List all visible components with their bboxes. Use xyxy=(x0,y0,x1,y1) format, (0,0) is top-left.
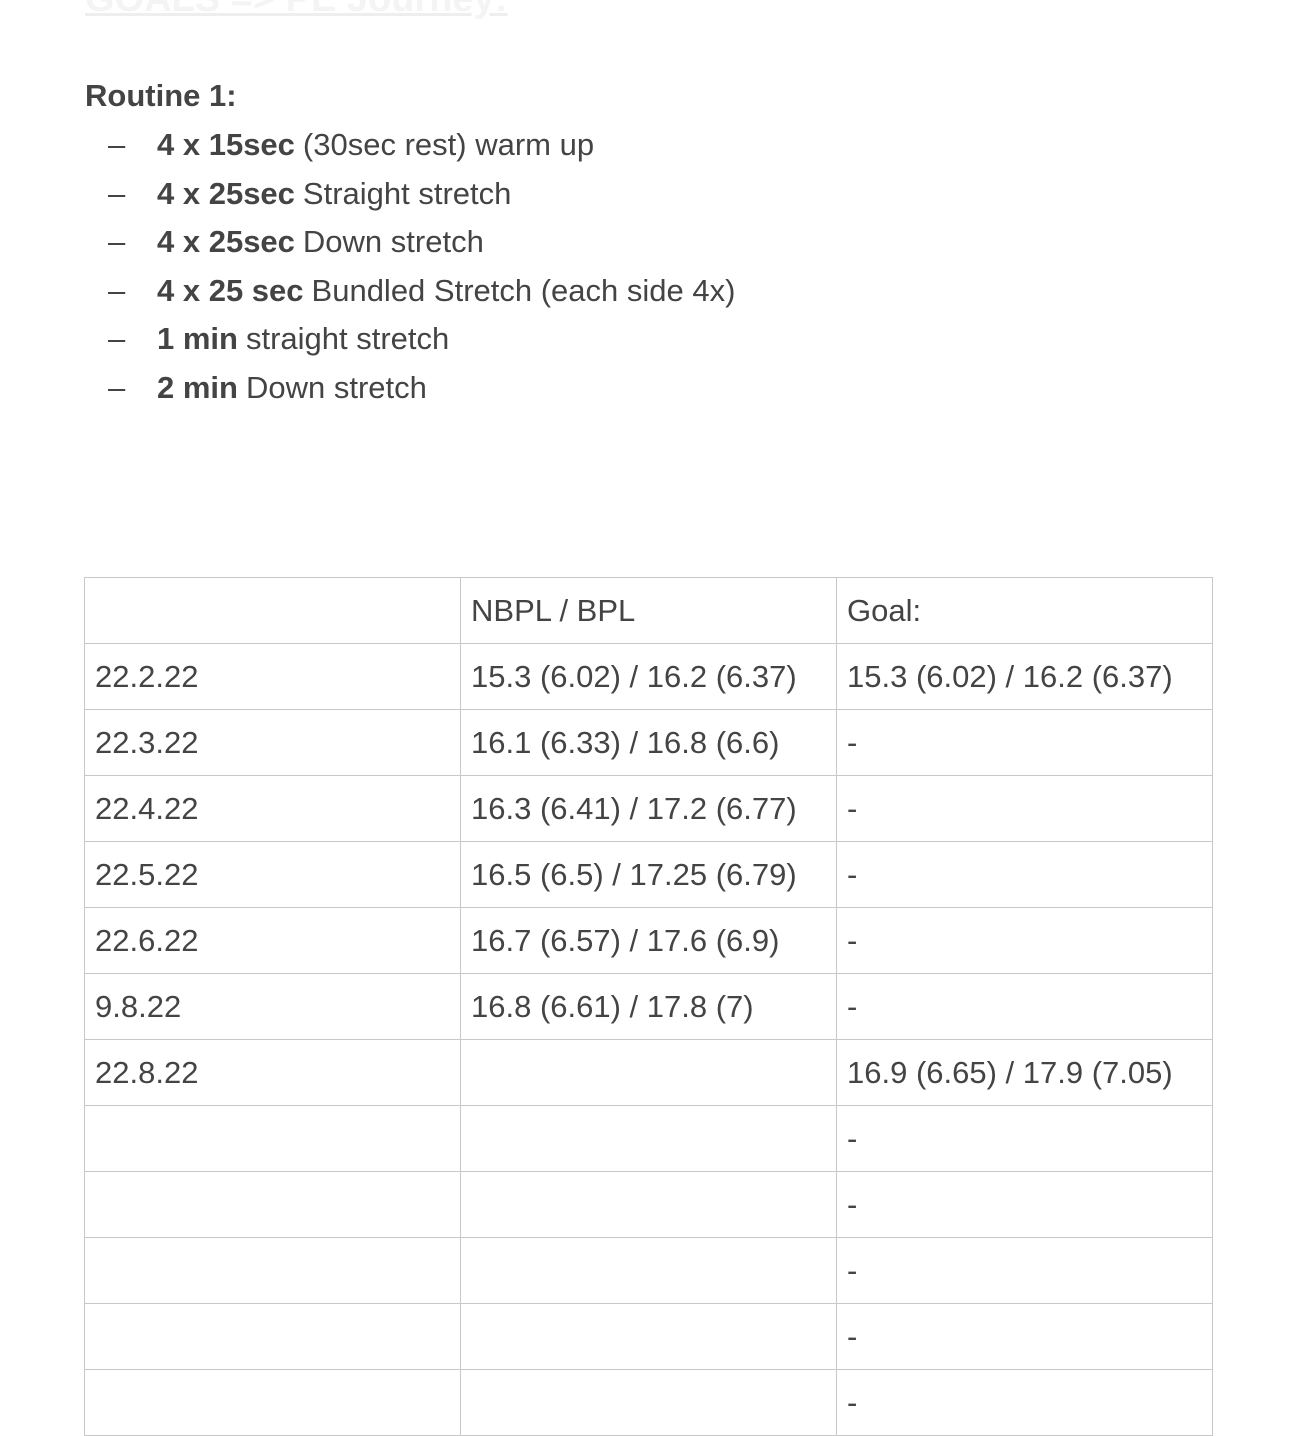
table-row: - xyxy=(84,1105,1213,1172)
dash-bullet-icon: – xyxy=(108,369,126,405)
routine-item-text: Down stretch xyxy=(302,224,484,260)
date-cell[interactable] xyxy=(84,1303,461,1370)
measurement-cell[interactable]: 16.7 (6.57) / 17.6 (6.9) xyxy=(460,907,837,974)
date-cell[interactable] xyxy=(84,1369,461,1436)
routine-item-text: straight stretch xyxy=(245,321,450,357)
measurement-cell[interactable]: 16.1 (6.33) / 16.8 (6.6) xyxy=(460,709,837,776)
date-cell[interactable]: 22.3.22 xyxy=(84,709,461,776)
table-row: 22.6.22 16.7 (6.57) / 17.6 (6.9) - xyxy=(84,907,1213,974)
dash-bullet-icon: – xyxy=(108,272,126,308)
measurement-cell[interactable] xyxy=(460,1039,837,1106)
routine-title: Routine 1: xyxy=(85,78,237,113)
measurement-cell[interactable]: 15.3 (6.02) / 16.2 (6.37) xyxy=(460,643,837,710)
date-cell[interactable]: 22.4.22 xyxy=(84,775,461,842)
page-heading: GOALS => PE Journey: xyxy=(85,0,507,21)
measurement-cell[interactable] xyxy=(460,1237,837,1304)
goal-cell[interactable]: 15.3 (6.02) / 16.2 (6.37) xyxy=(836,643,1213,710)
date-cell[interactable] xyxy=(84,1171,461,1238)
routine-item-duration: 4 x 15sec xyxy=(157,127,295,162)
goal-cell[interactable]: - xyxy=(836,1237,1213,1304)
header-cell[interactable]: Goal: xyxy=(836,577,1213,644)
date-cell[interactable]: 22.8.22 xyxy=(84,1039,461,1106)
measurement-cell[interactable] xyxy=(460,1369,837,1436)
table-header-row: NBPL / BPL Goal: xyxy=(84,577,1213,644)
date-cell[interactable]: 22.2.22 xyxy=(84,643,461,710)
table-row: 22.3.22 16.1 (6.33) / 16.8 (6.6) - xyxy=(84,709,1213,776)
routine-item-duration: 1 min xyxy=(157,321,238,357)
table-row: 22.5.22 16.5 (6.5) / 17.25 (6.79) - xyxy=(84,841,1213,908)
routine-item-text: (30sec rest) warm up xyxy=(302,127,595,162)
date-cell[interactable]: 22.6.22 xyxy=(84,907,461,974)
progress-table: NBPL / BPL Goal: 22.2.22 15.3 (6.02) / 16.2… xyxy=(84,577,1213,1436)
dash-bullet-icon: – xyxy=(108,127,126,162)
dash-bullet-icon: – xyxy=(108,224,126,260)
measurement-cell[interactable]: 16.3 (6.41) / 17.2 (6.77) xyxy=(460,775,837,842)
date-cell[interactable]: 9.8.22 xyxy=(84,973,461,1040)
measurement-cell[interactable]: 16.8 (6.61) / 17.8 (7) xyxy=(460,973,837,1040)
routine-item-duration: 4 x 25sec xyxy=(157,175,295,211)
measurement-cell[interactable] xyxy=(460,1171,837,1238)
goal-cell[interactable]: - xyxy=(836,709,1213,776)
measurement-cell[interactable] xyxy=(460,1105,837,1172)
goal-cell[interactable]: - xyxy=(836,1369,1213,1436)
dash-bullet-icon: – xyxy=(108,321,126,357)
routine-item: –4 x 25sec Down stretch xyxy=(108,221,735,270)
measurement-cell[interactable] xyxy=(460,1303,837,1370)
routine-item-duration: 2 min xyxy=(157,369,238,405)
table-row: 9.8.22 16.8 (6.61) / 17.8 (7) - xyxy=(84,973,1213,1040)
table-row: - xyxy=(84,1171,1213,1238)
routine-item-text: Bundled Stretch (each side 4x) xyxy=(311,272,736,308)
routine-list: –4 x 15sec (30sec rest) warm up –4 x 25se… xyxy=(108,124,735,416)
table-row: 22.4.22 16.3 (6.41) / 17.2 (6.77) - xyxy=(84,775,1213,842)
goal-cell[interactable]: - xyxy=(836,1105,1213,1172)
routine-item: –2 min Down stretch xyxy=(108,367,735,416)
goal-cell[interactable]: - xyxy=(836,841,1213,908)
goal-cell[interactable]: - xyxy=(836,775,1213,842)
dash-bullet-icon: – xyxy=(108,175,126,211)
goal-cell[interactable]: - xyxy=(836,973,1213,1040)
header-cell[interactable] xyxy=(84,577,461,644)
routine-item: –4 x 25sec Straight stretch xyxy=(108,173,735,222)
routine-item-text: Straight stretch xyxy=(302,175,512,211)
header-cell[interactable]: NBPL / BPL xyxy=(460,577,837,644)
measurement-cell[interactable]: 16.5 (6.5) / 17.25 (6.79) xyxy=(460,841,837,908)
table-row: - xyxy=(84,1303,1213,1370)
goal-cell[interactable]: - xyxy=(836,1171,1213,1238)
date-cell[interactable] xyxy=(84,1105,461,1172)
routine-item-duration: 4 x 25 sec xyxy=(157,272,304,308)
table-row: - xyxy=(84,1369,1213,1436)
routine-item: –1 min straight stretch xyxy=(108,318,735,367)
routine-item: –4 x 15sec (30sec rest) warm up xyxy=(108,124,735,173)
table-row: 22.8.22 16.9 (6.65) / 17.9 (7.05) xyxy=(84,1039,1213,1106)
routine-item-duration: 4 x 25sec xyxy=(157,224,295,260)
table-row: - xyxy=(84,1237,1213,1304)
date-cell[interactable] xyxy=(84,1237,461,1304)
table-row: 22.2.22 15.3 (6.02) / 16.2 (6.37) 15.3 (6.… xyxy=(84,643,1213,710)
routine-item: –4 x 25 sec Bundled Stretch (each side 4x… xyxy=(108,270,735,319)
goal-cell[interactable]: - xyxy=(836,907,1213,974)
goal-cell[interactable]: 16.9 (6.65) / 17.9 (7.05) xyxy=(836,1039,1213,1106)
goal-cell[interactable]: - xyxy=(836,1303,1213,1370)
date-cell[interactable]: 22.5.22 xyxy=(84,841,461,908)
routine-item-text: Down stretch xyxy=(245,369,427,405)
